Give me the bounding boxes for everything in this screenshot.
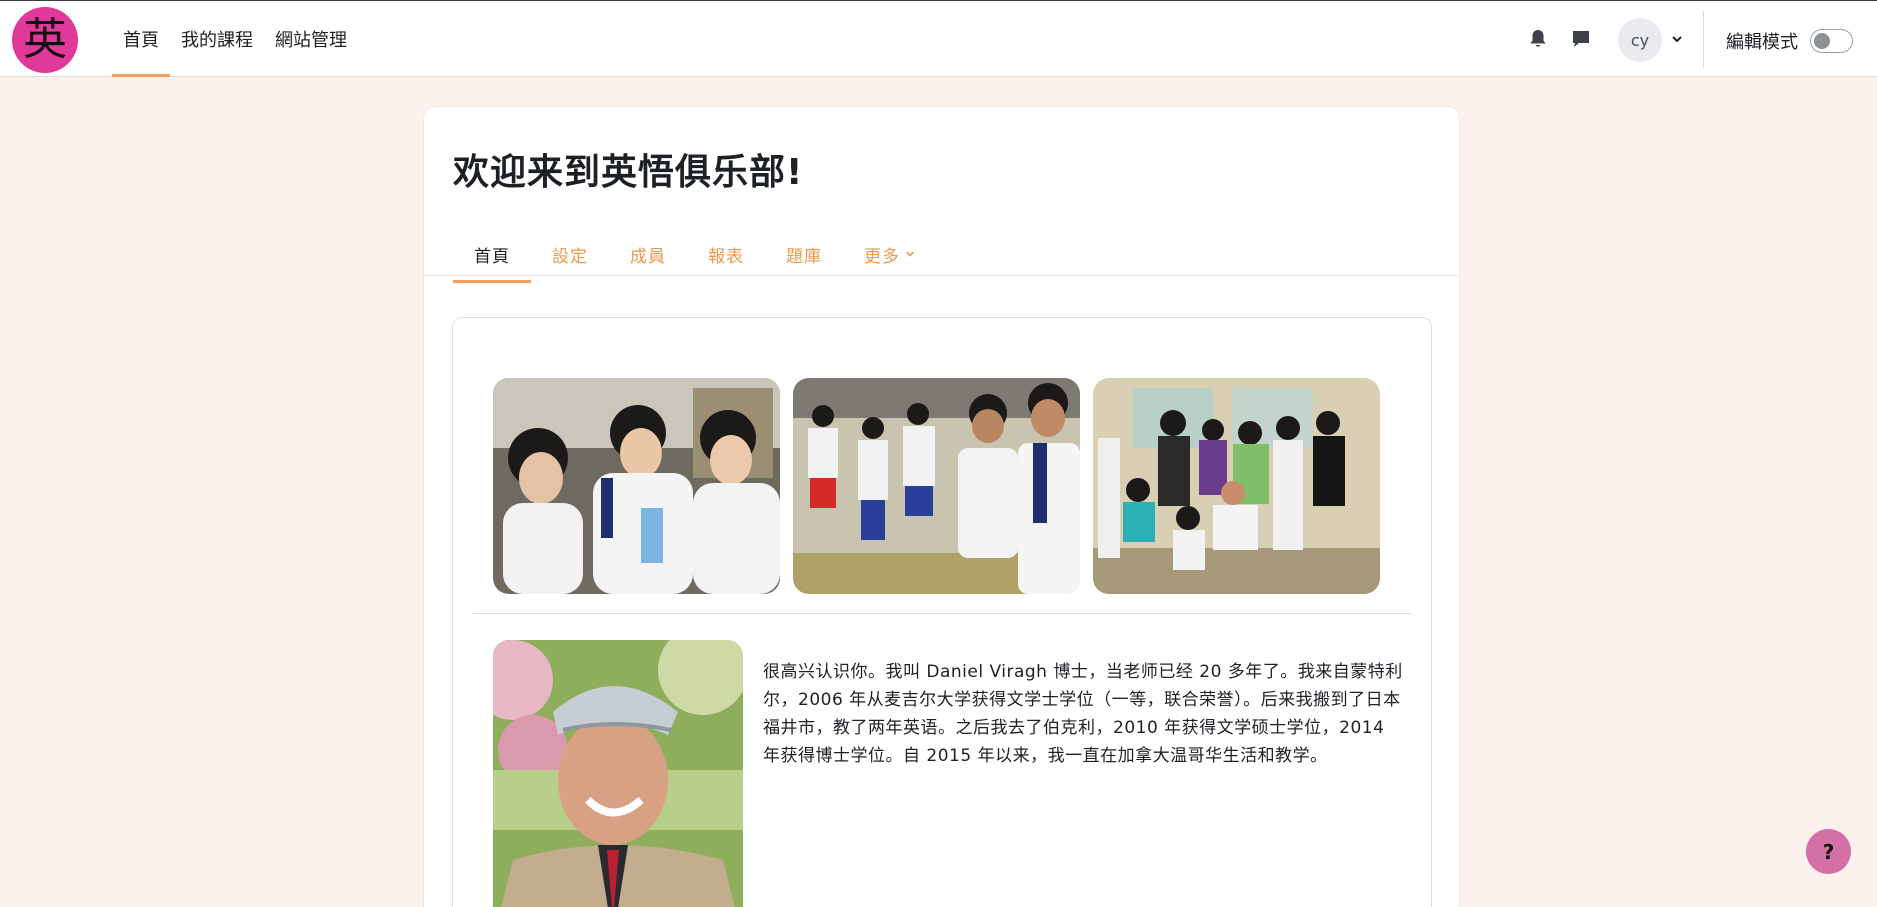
help-button[interactable]: ?: [1806, 829, 1851, 874]
nav-item-my-courses[interactable]: 我的課程: [170, 1, 264, 77]
tabs-divider: [424, 275, 1459, 276]
content-divider: [473, 613, 1411, 614]
photo-strip: [493, 378, 1380, 594]
bell-icon[interactable]: [1526, 27, 1550, 51]
tab-label: 題庫: [786, 246, 822, 267]
tab-label: 成員: [630, 246, 666, 267]
nav-item-site-admin[interactable]: 網站管理: [264, 1, 358, 77]
primary-navigation: 首頁 我的課程 網站管理: [112, 1, 358, 77]
teacher-bio: 很高兴认识你。我叫 Daniel Viragh 博士，当老师已经 20 多年了。…: [763, 662, 1403, 766]
tab-label: 設定: [552, 246, 588, 267]
teacher-portrait[interactable]: [493, 640, 743, 907]
chevron-down-icon[interactable]: [1670, 31, 1684, 45]
page-title: 欢迎来到英悟俱乐部!: [453, 152, 804, 193]
chat-bubble-icon[interactable]: [1569, 27, 1593, 51]
edit-mode-toggle[interactable]: [1810, 29, 1853, 53]
class-photo[interactable]: [1093, 378, 1380, 594]
chevron-down-icon: [905, 251, 915, 257]
class-photo[interactable]: [493, 378, 780, 594]
user-avatar[interactable]: cy: [1618, 18, 1662, 62]
edit-mode-label: 編輯模式: [1726, 32, 1798, 53]
tab-label: 報表: [708, 246, 744, 267]
tab-label: 首頁: [474, 246, 510, 267]
class-photo[interactable]: [793, 378, 1080, 594]
section-content: 很高兴认识你。我叫 Daniel Viragh 博士，当老师已经 20 多年了。…: [452, 317, 1432, 907]
tab-label: 更多: [864, 246, 900, 267]
top-navbar: 英 首頁 我的課程 網站管理 cy 編輯模式: [0, 0, 1877, 77]
navbar-divider: [1703, 11, 1704, 68]
toggle-knob: [1814, 33, 1830, 49]
course-card: 欢迎来到英悟俱乐部! 首頁 設定 成員 報表 題庫 更多 很高兴认识你。我叫 D…: [423, 106, 1460, 907]
nav-item-home[interactable]: 首頁: [112, 1, 170, 77]
site-logo[interactable]: 英: [12, 7, 78, 73]
